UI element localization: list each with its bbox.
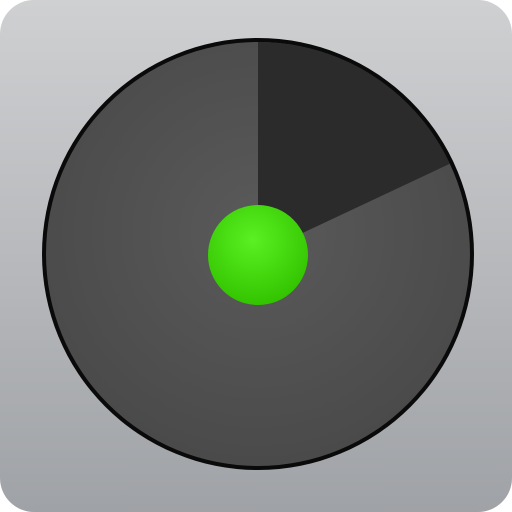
timer-dial-icon xyxy=(42,38,474,470)
center-knob[interactable] xyxy=(208,205,308,305)
app-icon-tile[interactable] xyxy=(0,0,512,512)
